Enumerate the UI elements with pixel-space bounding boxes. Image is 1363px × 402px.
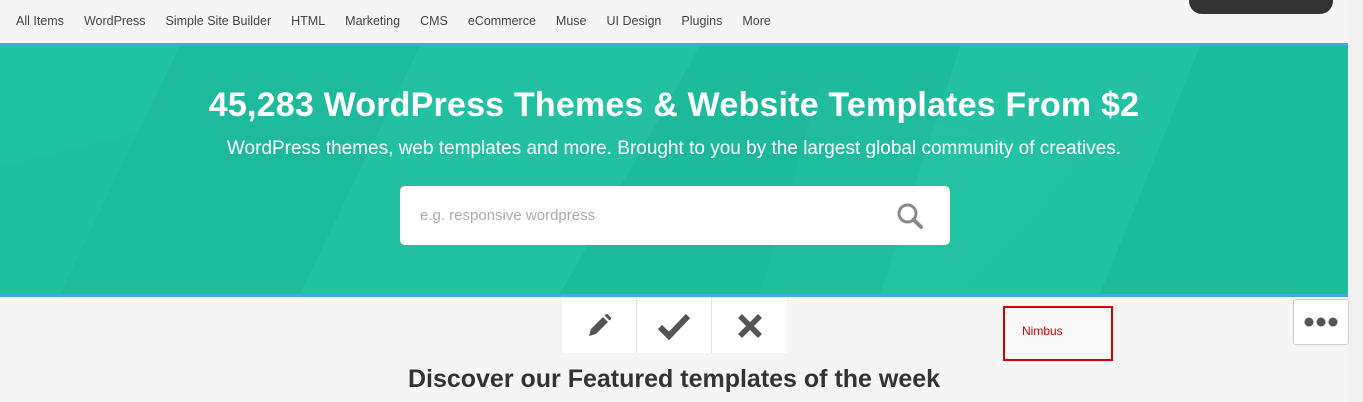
scrollbar-track[interactable] (1348, 0, 1363, 402)
hero-banner: 45,283 WordPress Themes & Website Templa… (0, 43, 1348, 297)
confirm-button[interactable] (637, 299, 712, 353)
nav-item-plugins[interactable]: Plugins (681, 14, 722, 28)
nav-item-ui-design[interactable]: UI Design (607, 14, 662, 28)
nimbus-annotation-box[interactable]: Nimbus (1003, 306, 1113, 361)
search-box (400, 186, 950, 245)
check-icon (657, 313, 691, 340)
more-horizontal-icon (1304, 317, 1338, 327)
nav-item-html[interactable]: HTML (291, 14, 325, 28)
category-nav: All Items WordPress Simple Site Builder … (16, 14, 791, 28)
nav-item-simple-site-builder[interactable]: Simple Site Builder (166, 14, 272, 28)
search-icon (897, 203, 923, 229)
edit-toolbar (562, 299, 787, 353)
nav-item-cms[interactable]: CMS (420, 14, 448, 28)
nav-item-marketing[interactable]: Marketing (345, 14, 400, 28)
more-options-button[interactable] (1293, 299, 1349, 345)
hero-pattern-decoration (0, 46, 1348, 294)
edit-button[interactable] (562, 299, 637, 353)
page: All Items WordPress Simple Site Builder … (0, 0, 1363, 402)
nav-item-muse[interactable]: Muse (556, 14, 587, 28)
top-navigation: All Items WordPress Simple Site Builder … (0, 0, 1363, 43)
hero-subtitle: WordPress themes, web templates and more… (226, 138, 1122, 159)
search-button[interactable] (890, 198, 930, 234)
search-input[interactable] (400, 186, 880, 245)
nav-item-wordpress[interactable]: WordPress (84, 14, 146, 28)
nav-item-all-items[interactable]: All Items (16, 14, 64, 28)
hero-title: 45,283 WordPress Themes & Website Templa… (208, 86, 1140, 124)
top-dark-button[interactable] (1189, 0, 1333, 14)
nimbus-label: Nimbus (1022, 324, 1063, 338)
close-icon (737, 314, 762, 338)
featured-heading: Discover our Featured templates of the w… (407, 365, 941, 393)
nav-item-ecommerce[interactable]: eCommerce (468, 14, 536, 28)
pencil-icon (589, 314, 612, 336)
nav-item-more[interactable]: More (742, 14, 770, 28)
cancel-button[interactable] (712, 299, 787, 353)
